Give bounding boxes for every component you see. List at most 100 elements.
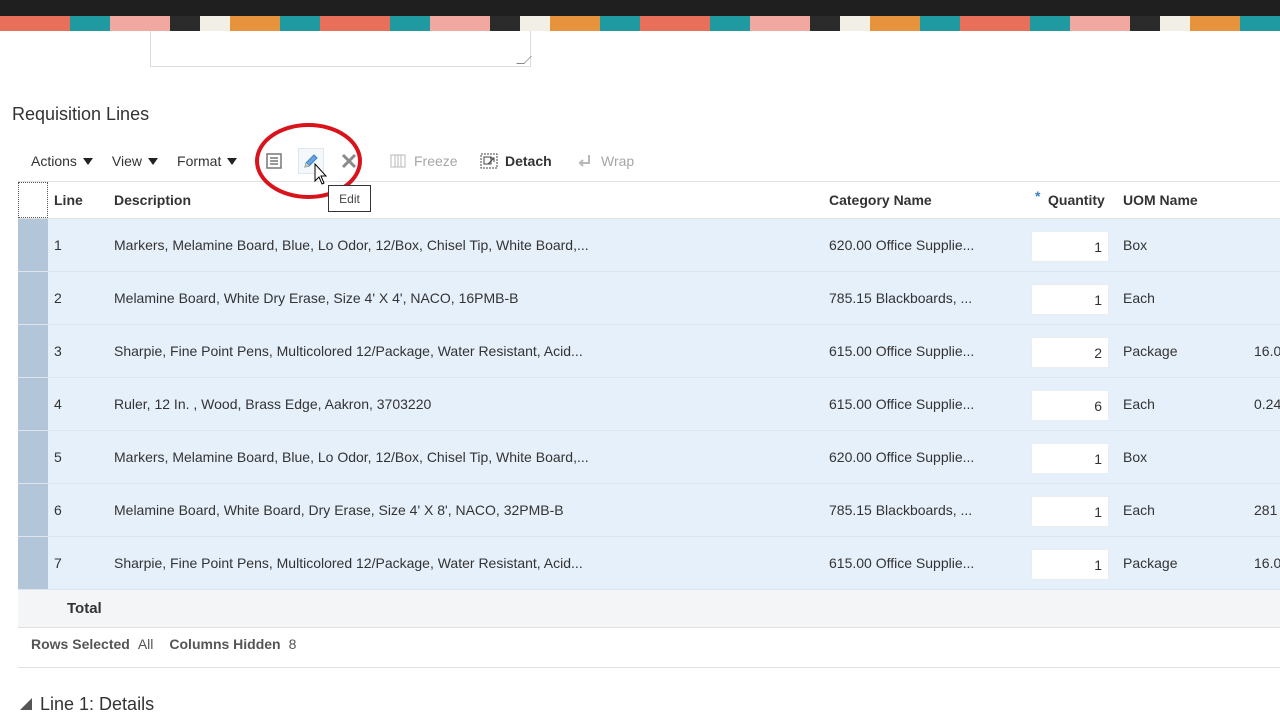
cell-category[interactable]: 620.00 Office Supplie... (829, 449, 974, 465)
cell-uom[interactable]: Each (1123, 502, 1155, 518)
table-row[interactable]: 4 Ruler, 12 In. , Wood, Brass Edge, Aakro… (18, 378, 1280, 431)
row-selector[interactable] (18, 219, 48, 271)
resize-handle-icon[interactable] (516, 56, 532, 64)
quantity-input[interactable]: 1 (1031, 231, 1109, 262)
cell-category[interactable]: 785.15 Blackboards, ... (829, 502, 972, 518)
cell-price-partial: 0.24 (1254, 396, 1280, 412)
table-row[interactable]: 5 Markers, Melamine Board, Blue, Lo Odor,… (18, 431, 1280, 484)
actions-menu[interactable]: Actions (31, 153, 93, 169)
cell-uom[interactable]: Each (1123, 290, 1155, 306)
detach-icon (480, 152, 498, 170)
select-all-column-header[interactable] (18, 182, 48, 218)
detach-button[interactable]: Detach (480, 150, 552, 172)
cell-line: 6 (54, 502, 62, 518)
table-toolbar: Actions View Format (18, 146, 243, 176)
wrap-icon (576, 152, 594, 170)
columns-hidden-label: Columns Hidden (169, 636, 281, 652)
cell-line: 3 (54, 343, 62, 359)
quantity-input[interactable]: 1 (1031, 496, 1109, 527)
format-menu-label: Format (177, 153, 222, 169)
cell-category[interactable]: 615.00 Office Supplie... (829, 555, 974, 571)
total-label: Total (67, 600, 102, 617)
quantity-input[interactable]: 2 (1031, 337, 1109, 368)
cell-category[interactable]: 620.00 Office Supplie... (829, 237, 974, 253)
table-row[interactable]: 2 Melamine Board, White Dry Erase, Size 4… (18, 272, 1280, 325)
wrap-label: Wrap (601, 153, 635, 169)
actions-menu-label: Actions (31, 153, 77, 169)
edit-tooltip: Edit (328, 185, 371, 212)
quantity-input[interactable]: 1 (1031, 443, 1109, 474)
caret-down-icon (148, 157, 159, 165)
freeze-icon (389, 152, 407, 170)
cell-category[interactable]: 615.00 Office Supplie... (829, 396, 974, 412)
row-selector[interactable] (18, 484, 48, 536)
column-header-line[interactable]: Line (54, 192, 83, 208)
view-menu-label: View (111, 153, 143, 169)
cell-description[interactable]: Sharpie, Fine Point Pens, Multicolored 1… (114, 343, 583, 359)
banner-pattern (0, 16, 1280, 31)
column-header-category[interactable]: Category Name (829, 192, 932, 208)
view-menu[interactable]: View (111, 153, 159, 169)
row-selector[interactable] (18, 431, 48, 483)
cell-uom[interactable]: Package (1123, 555, 1177, 571)
line-details-title: Line 1: Details (40, 694, 155, 714)
cell-description[interactable]: Ruler, 12 In. , Wood, Brass Edge, Aakron… (114, 396, 431, 412)
cell-description[interactable]: Markers, Melamine Board, Blue, Lo Odor, … (114, 449, 589, 465)
rows-selected-label: Rows Selected (31, 636, 130, 652)
cell-uom[interactable]: Box (1123, 237, 1147, 253)
cell-line: 7 (54, 555, 62, 571)
cell-description[interactable]: Melamine Board, White Dry Erase, Size 4'… (114, 290, 518, 306)
quantity-input[interactable]: 6 (1031, 390, 1109, 421)
columns-hidden-value: 8 (288, 636, 297, 652)
format-menu[interactable]: Format (177, 153, 238, 169)
column-header-uom[interactable]: UOM Name (1123, 192, 1198, 208)
row-selector[interactable] (18, 378, 48, 430)
table-row[interactable]: 1 Markers, Melamine Board, Blue, Lo Odor,… (18, 219, 1280, 272)
rows-selected-value: All (137, 636, 154, 652)
table-row[interactable]: 6 Melamine Board, White Board, Dry Erase,… (18, 484, 1280, 537)
quantity-input[interactable]: 1 (1031, 284, 1109, 315)
quantity-input[interactable]: 1 (1031, 549, 1109, 580)
cell-price-partial: 16.0 (1254, 555, 1280, 571)
row-selector[interactable] (18, 272, 48, 324)
table-row[interactable]: 3 Sharpie, Fine Point Pens, Multicolored … (18, 325, 1280, 378)
row-selector[interactable] (18, 537, 48, 589)
cell-description[interactable]: Markers, Melamine Board, Blue, Lo Odor, … (114, 237, 589, 253)
table-row[interactable]: 7 Sharpie, Fine Point Pens, Multicolored … (18, 537, 1280, 590)
cell-price-partial: 281 (1254, 502, 1278, 518)
table-body: 1 Markers, Melamine Board, Blue, Lo Odor,… (18, 219, 1280, 590)
caret-down-icon (227, 157, 238, 165)
table-status-bar: Rows Selected All Columns Hidden 8 (31, 636, 312, 652)
cell-description[interactable]: Sharpie, Fine Point Pens, Multicolored 1… (114, 555, 583, 571)
line-details-header[interactable]: Line 1: Details (20, 694, 154, 715)
notes-textarea[interactable] (150, 31, 532, 67)
divider (18, 667, 1280, 668)
expand-triangle-icon[interactable] (20, 697, 32, 710)
cell-line: 4 (54, 396, 62, 412)
column-header-quantity[interactable]: Quantity (1048, 192, 1105, 208)
cell-uom[interactable]: Each (1123, 396, 1155, 412)
caret-down-icon (82, 157, 93, 165)
cell-description[interactable]: Melamine Board, White Board, Dry Erase, … (114, 502, 564, 518)
wrap-button[interactable]: Wrap (576, 150, 634, 172)
row-selector[interactable] (18, 325, 48, 377)
page-banner (0, 0, 1280, 31)
required-indicator: * (1035, 188, 1041, 204)
detach-label: Detach (505, 153, 552, 169)
freeze-button[interactable]: Freeze (389, 150, 458, 172)
requisition-lines-table: Line Description Category Name * Quantit… (18, 181, 1280, 628)
cell-line: 1 (54, 237, 62, 253)
cell-category[interactable]: 785.15 Blackboards, ... (829, 290, 972, 306)
cell-uom[interactable]: Package (1123, 343, 1177, 359)
table-header: Line Description Category Name * Quantit… (18, 181, 1280, 219)
section-title: Requisition Lines (12, 104, 150, 124)
column-header-description[interactable]: Description (114, 192, 191, 208)
cell-line: 5 (54, 449, 62, 465)
total-row: Total (18, 590, 1280, 628)
cell-category[interactable]: 615.00 Office Supplie... (829, 343, 974, 359)
cell-line: 2 (54, 290, 62, 306)
cell-uom[interactable]: Box (1123, 449, 1147, 465)
mouse-pointer-icon (314, 163, 328, 185)
freeze-label: Freeze (414, 153, 458, 169)
cell-price-partial: 16.0 (1254, 343, 1280, 359)
